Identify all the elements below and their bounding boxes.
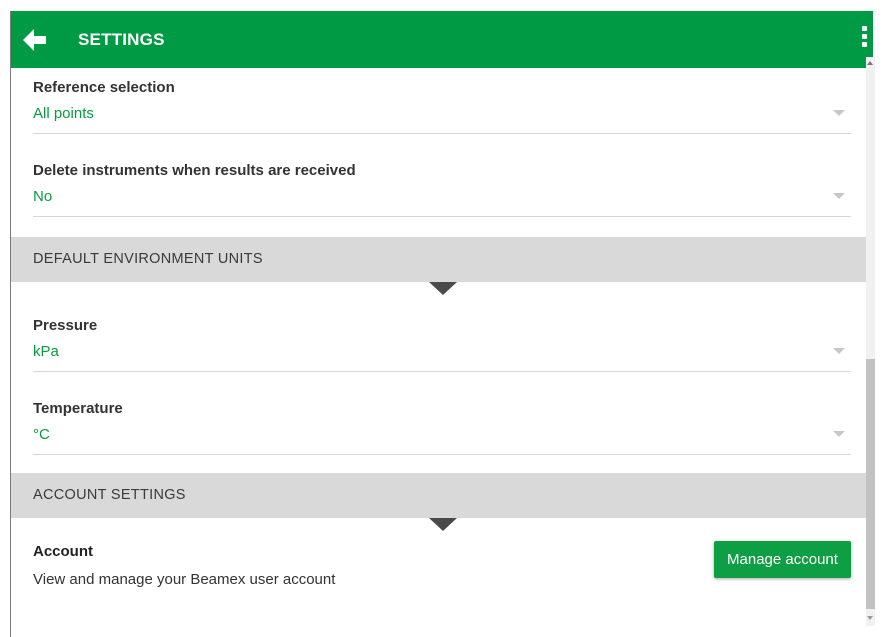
pressure-dropdown[interactable]: kPa [33,343,851,372]
manage-account-button[interactable]: Manage account [714,541,851,578]
field-value: °C [33,426,50,443]
back-button[interactable] [19,25,49,55]
chevron-down-icon [833,348,845,354]
delete-instruments-dropdown[interactable]: No [33,188,851,217]
section-pointer-icon [429,518,457,531]
app-window: SETTINGS Reference selection All points … [10,11,873,637]
field-value: kPa [33,343,59,360]
field-label: Delete instruments when results are rece… [33,162,356,179]
field-label: Reference selection [33,79,175,96]
delete-instruments-field: Delete instruments when results are rece… [33,162,851,217]
app-bar: SETTINGS [10,11,873,68]
chevron-down-icon [833,110,845,116]
page-title: SETTINGS [78,30,165,49]
scrollbar-thumb[interactable] [866,359,875,609]
scroll-down-icon[interactable] [867,616,873,620]
temperature-field: Temperature °C [33,400,851,455]
arrow-left-icon [23,29,46,51]
pressure-field: Pressure kPa [33,317,851,372]
account-description: View and manage your Beamex user account [33,571,336,588]
chevron-down-icon [833,193,845,199]
section-pointer-icon [429,282,457,295]
section-header-environment: DEFAULT ENVIRONMENT UNITS [10,237,873,295]
more-vertical-icon[interactable] [857,26,871,52]
reference-selection-field: Reference selection All points [33,79,851,134]
window-edge [10,11,11,637]
section-header-account: ACCOUNT SETTINGS [10,473,873,531]
section-title: DEFAULT ENVIRONMENT UNITS [33,251,263,267]
field-label: Pressure [33,317,98,334]
chevron-down-icon [833,431,845,437]
field-value: All points [33,105,94,122]
reference-selection-dropdown[interactable]: All points [33,105,851,134]
scroll-up-icon[interactable] [867,61,873,65]
settings-content: Reference selection All points Delete in… [10,68,873,637]
field-label: Temperature [33,400,123,417]
temperature-dropdown[interactable]: °C [33,426,851,455]
field-value: No [33,188,53,205]
section-title: ACCOUNT SETTINGS [33,487,186,503]
account-title: Account [33,543,93,560]
